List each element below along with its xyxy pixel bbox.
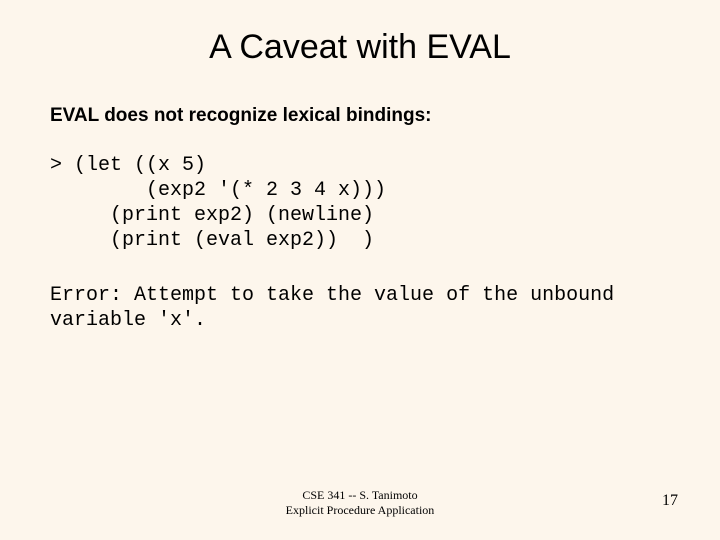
code-block: > (let ((x 5) (exp2 '(* 2 3 4 x))) (prin… xyxy=(50,153,670,253)
slide-footer: CSE 341 -- S. Tanimoto Explicit Procedur… xyxy=(0,488,720,518)
slide: A Caveat with EVAL EVAL does not recogni… xyxy=(0,0,720,540)
footer-line-2: Explicit Procedure Application xyxy=(0,503,720,518)
slide-title: A Caveat with EVAL xyxy=(50,28,670,67)
error-message: Error: Attempt to take the value of the … xyxy=(50,283,670,333)
footer-line-1: CSE 341 -- S. Tanimoto xyxy=(0,488,720,503)
intro-text: EVAL does not recognize lexical bindings… xyxy=(50,105,670,127)
page-number: 17 xyxy=(662,492,678,510)
